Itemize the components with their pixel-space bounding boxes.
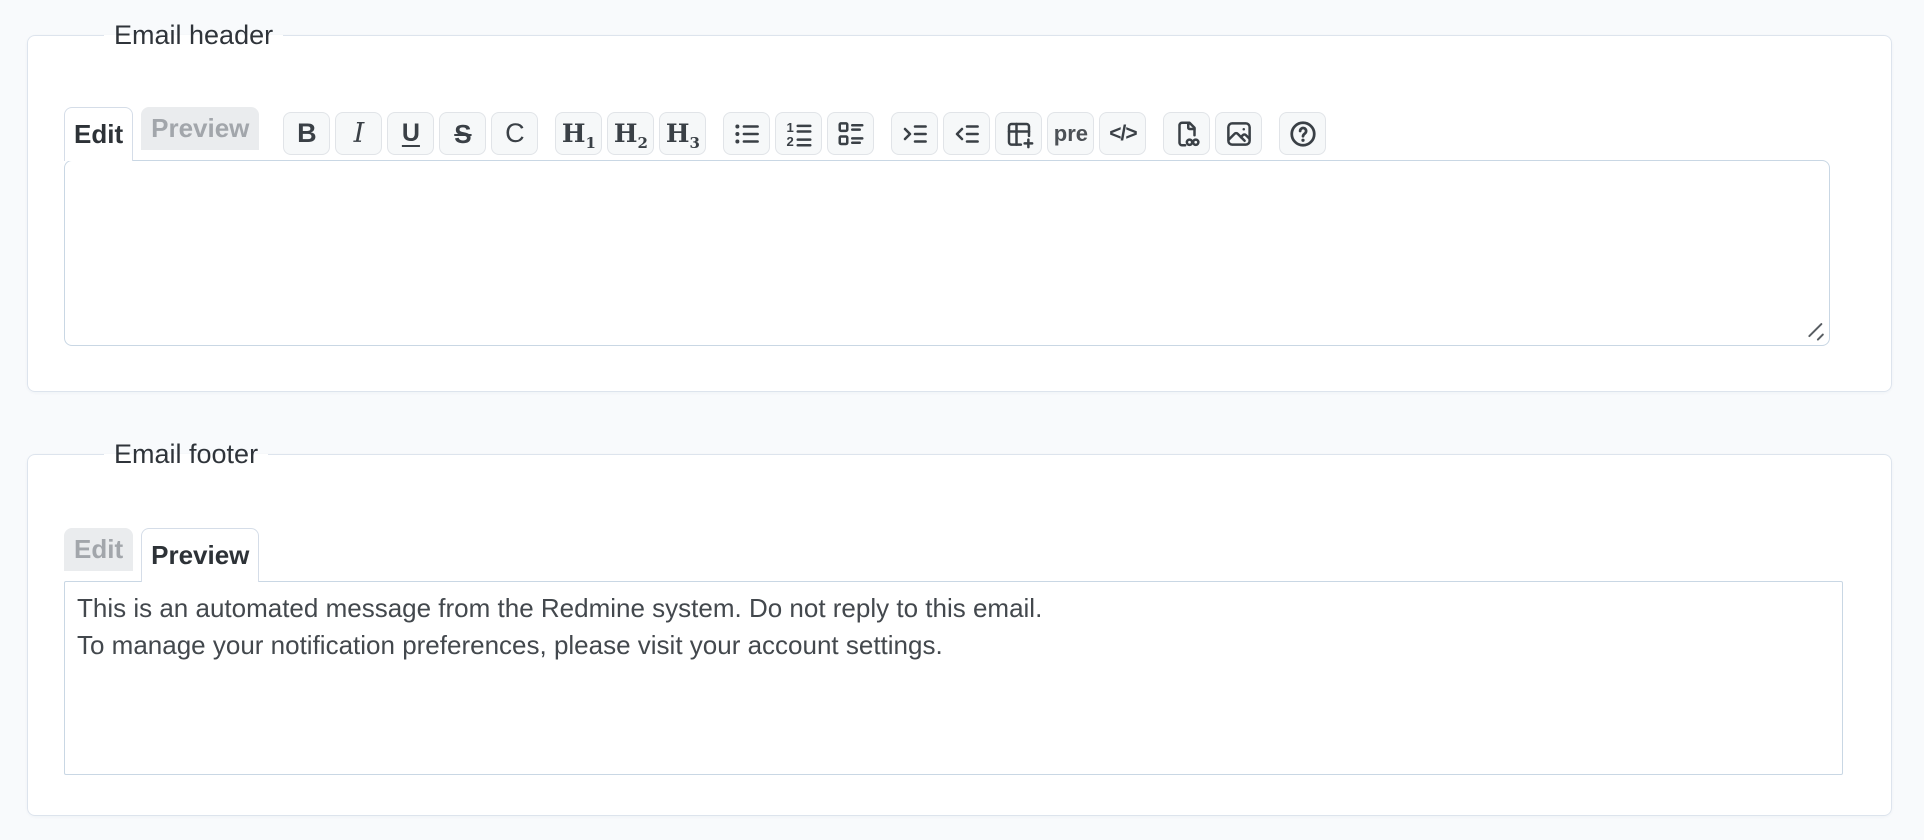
- toolbar-group: H1 H2 H3: [555, 112, 707, 155]
- task-list-button[interactable]: [827, 112, 875, 155]
- preview-text-line: This is an automated message from the Re…: [77, 593, 1043, 623]
- code-block-glyph: </>: [1109, 122, 1137, 145]
- bold-button[interactable]: B: [283, 112, 331, 155]
- underline-glyph: U: [401, 119, 420, 147]
- outdent-icon: [955, 124, 979, 143]
- email-footer-legend: Email footer: [114, 439, 259, 469]
- heading-2-button[interactable]: H2: [607, 112, 655, 155]
- unquote-button[interactable]: [943, 112, 991, 155]
- toolbar-group: [1279, 112, 1327, 155]
- italic-button[interactable]: I: [335, 112, 383, 155]
- heading-3-button[interactable]: H3: [659, 112, 707, 155]
- toolbar-group: 12: [723, 112, 875, 155]
- strikethrough-button[interactable]: S: [439, 112, 487, 155]
- email-header-preview-tab[interactable]: Preview: [141, 107, 260, 150]
- list-check-icon: [838, 121, 864, 145]
- email-footer-fieldset: Email footer Edit Preview This is an aut…: [27, 436, 1892, 816]
- email-footer-edit-tab[interactable]: Edit: [64, 528, 134, 571]
- fieldset-gap: [27, 392, 1892, 436]
- inline-code-glyph: C: [505, 118, 525, 148]
- toolbar-group: [1163, 112, 1263, 155]
- underline-button[interactable]: U: [387, 112, 435, 155]
- file-link-icon: [1178, 121, 1200, 146]
- toolbar-group: BIUSC: [283, 112, 539, 155]
- indent-icon: [903, 124, 927, 143]
- preview-text-line: To manage your notification preferences,…: [77, 630, 943, 660]
- link-file-button[interactable]: [1163, 112, 1211, 155]
- blockquote-button[interactable]: [891, 112, 939, 155]
- help-icon: [1290, 120, 1316, 147]
- email-header-fieldset: Email header Edit Preview B I U S C H1 H2 H3 1 2 p…: [27, 17, 1892, 392]
- list-ol-icon: 12: [786, 120, 812, 148]
- insert-table-button[interactable]: [995, 112, 1043, 155]
- heading-1-button[interactable]: H1: [555, 112, 603, 155]
- preformatted-glyph: pre: [1053, 120, 1089, 146]
- inline-code-button[interactable]: C: [491, 112, 539, 155]
- email-footer-preview-tab[interactable]: Preview: [141, 528, 260, 582]
- email-header-tabrow: Edit Preview B I U S C H1 H2 H3 1 2 pre </>: [64, 107, 1861, 161]
- email-header-edit-tab[interactable]: Edit: [64, 107, 134, 161]
- email-header-textarea[interactable]: [64, 160, 1831, 346]
- email-header-legend: Email header: [114, 20, 274, 50]
- insert-image-button[interactable]: [1215, 112, 1263, 155]
- textarea-resize-handle[interactable]: [1802, 317, 1826, 341]
- help-button[interactable]: [1279, 112, 1327, 155]
- heading-2-glyph: H2: [613, 119, 648, 152]
- unordered-list-button[interactable]: [723, 112, 771, 155]
- preformatted-button[interactable]: pre: [1047, 112, 1095, 155]
- strikethrough-glyph: S: [454, 118, 472, 149]
- italic-glyph: I: [353, 118, 365, 149]
- heading-1-glyph: H1: [561, 119, 596, 152]
- bold-glyph: B: [297, 118, 317, 148]
- ordered-list-button[interactable]: 12: [775, 112, 823, 155]
- table-plus-icon: [1007, 122, 1034, 148]
- list-ul-icon: [735, 124, 759, 143]
- heading-3-glyph: H3: [665, 119, 700, 152]
- email-footer-preview: This is an automated message from the Re…: [64, 581, 1844, 775]
- code-block-button[interactable]: </>: [1099, 112, 1147, 155]
- wiki-toolbar: B I U S C H1 H2 H3 1 2 pre </>: [283, 112, 1327, 155]
- svg-text:2: 2: [786, 133, 793, 148]
- photo-icon: [1227, 121, 1251, 146]
- email-footer-tabrow: Edit Preview: [64, 528, 1861, 582]
- toolbar-group: pre </>: [891, 112, 1147, 155]
